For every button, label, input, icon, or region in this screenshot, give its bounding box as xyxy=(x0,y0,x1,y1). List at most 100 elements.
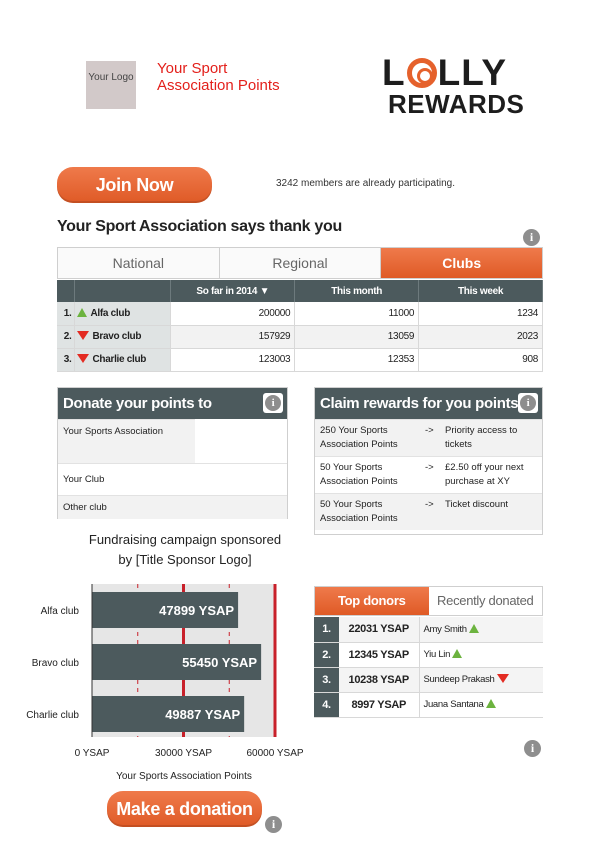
members-label: members are already participating. xyxy=(298,178,455,189)
x-tick-label: 30000 YSAP xyxy=(155,748,212,759)
info-icon[interactable]: i xyxy=(524,740,541,757)
donate-info-button[interactable]: i xyxy=(263,393,283,413)
reward-item[interactable]: 50 Your Sports Association Points -> Tic… xyxy=(315,493,542,530)
reward-description: Priority access to tickets xyxy=(445,425,518,450)
x-axis-label: Your Sports Association Points xyxy=(116,771,252,782)
row-rank: 3. xyxy=(57,348,76,372)
donor-points: 22031 YSAP xyxy=(339,617,420,643)
cell-so-far: 200000 xyxy=(170,302,296,326)
donor-name: Yiu Lin xyxy=(423,649,451,660)
table-header-club xyxy=(74,280,172,302)
reward-description: Ticket discount xyxy=(445,499,509,510)
donor-tabs: Top donors Recently donated xyxy=(314,586,543,616)
donate-option[interactable]: Other club xyxy=(58,495,287,519)
club-name: Charlie club xyxy=(92,354,147,365)
donor-points: 10238 YSAP xyxy=(339,667,420,693)
donor-name: Juana Santana xyxy=(423,699,484,710)
donor-points: 8997 YSAP xyxy=(339,692,420,718)
reward-cost: 250 Your Sports Association Points xyxy=(320,425,398,450)
table-row: 2. Bravo club 157929 13059 2023 xyxy=(57,325,543,349)
tab-regional[interactable]: Regional xyxy=(219,248,382,278)
table-header-rank xyxy=(57,280,76,302)
table-row: 3. Charlie club 123003 12353 908 xyxy=(57,348,543,372)
tab-national[interactable]: National xyxy=(58,248,220,278)
make-donation-button[interactable]: Make a donation xyxy=(107,791,262,827)
fundraising-caption: Fundraising campaign sponsored by [Title… xyxy=(60,530,310,570)
cell-this-month: 13059 xyxy=(294,325,420,349)
donor-rank: 2. xyxy=(314,642,339,668)
club-name: Alfa club xyxy=(90,307,131,319)
association-title: Your Sport Association Points xyxy=(157,60,280,94)
lolly-rewards-logo: L LLY xyxy=(382,54,507,91)
trend-up-icon xyxy=(452,649,463,658)
table-row: 1. Alfa club 200000 11000 1234 xyxy=(57,302,543,326)
donor-name-cell: Yiu Lin xyxy=(419,642,543,668)
club-name: Bravo club xyxy=(92,331,142,342)
clubs-table: So far in 2014 ▼ This month This week 1.… xyxy=(57,280,543,372)
x-tick-label: 60000 YSAP xyxy=(246,748,303,759)
join-now-button[interactable]: Join Now xyxy=(57,167,212,203)
brand-letter-l: L xyxy=(382,52,406,93)
table-row: 4. 8997 YSAP Juana Santana xyxy=(314,692,543,718)
claim-rewards-panel: Claim rewards for you points i 250 Your … xyxy=(314,387,543,535)
your-logo-placeholder: Your Logo xyxy=(86,61,136,109)
donor-name: Sundeep Prakash xyxy=(423,674,495,685)
donors-table: 1. 22031 YSAP Amy Smith 2. 12345 YSAP Yi… xyxy=(314,617,543,718)
fundraising-line2: by [Title Sponsor Logo] xyxy=(118,552,252,567)
arrow-right-icon: -> xyxy=(425,499,434,510)
donor-name-cell: Amy Smith xyxy=(419,617,543,643)
donate-option[interactable]: Your Sports Association xyxy=(58,419,196,463)
category-label: Bravo club xyxy=(32,658,80,669)
claim-panel-title: Claim rewards for you points xyxy=(320,395,519,412)
donate-panel: Donate your points to i Your Sports Asso… xyxy=(57,387,288,519)
reward-cost: 50 Your Sports Association Points xyxy=(320,499,398,524)
fundraising-line1: Fundraising campaign sponsored xyxy=(88,532,282,547)
trend-up-icon xyxy=(77,307,88,317)
arrow-right-icon: -> xyxy=(425,462,434,473)
donate-options: Your Sports Association Your Club Other … xyxy=(58,419,287,519)
donor-rank: 4. xyxy=(314,692,339,718)
tab-recently-donated[interactable]: Recently donated xyxy=(428,587,542,615)
column-this-week[interactable]: This week xyxy=(418,280,543,302)
reward-item[interactable]: 250 Your Sports Association Points -> Pr… xyxy=(315,419,542,456)
info-icon[interactable]: i xyxy=(265,816,282,833)
cell-this-week: 2023 xyxy=(418,325,543,349)
trend-up-icon xyxy=(485,699,496,708)
donate-panel-header: Donate your points to i xyxy=(58,388,287,419)
donor-rank: 3. xyxy=(314,667,339,693)
info-icon[interactable]: i xyxy=(523,229,540,246)
donate-option[interactable]: Your Club xyxy=(58,463,287,495)
brand-lly: LLY xyxy=(437,52,508,93)
row-rank: 1. xyxy=(57,302,76,326)
tab-top-donors[interactable]: Top donors xyxy=(315,587,429,615)
category-label: Charlie club xyxy=(26,710,79,721)
info-icon: i xyxy=(520,395,536,411)
table-row: 1. 22031 YSAP Amy Smith xyxy=(314,617,543,643)
sort-down-icon: ▼ xyxy=(259,285,270,297)
x-tick-label: 0 YSAP xyxy=(75,748,110,759)
reward-item[interactable]: 50 Your Sports Association Points -> £2.… xyxy=(315,456,542,493)
claim-panel-header: Claim rewards for you points i xyxy=(315,388,542,419)
table-row: 3. 10238 YSAP Sundeep Prakash xyxy=(314,667,543,693)
cell-this-month: 11000 xyxy=(294,302,420,326)
row-club: Alfa club xyxy=(74,302,172,326)
cell-so-far: 123003 xyxy=(170,348,296,372)
chart-plot: 47899 YSAP Alfa club 55450 YSAP Bravo club 4… xyxy=(26,584,304,782)
category-label: Alfa club xyxy=(41,606,80,617)
brand-rewards: REWARDS xyxy=(388,89,525,119)
tab-clubs[interactable]: Clubs xyxy=(381,248,543,278)
leaderboard-tabs: National Regional Clubs xyxy=(57,247,543,279)
members-participating-text: 3242 members are already participating. xyxy=(276,178,455,189)
row-rank: 2. xyxy=(57,325,76,349)
bar-value-label: 55450 YSAP xyxy=(182,655,257,670)
donor-name-cell: Juana Santana xyxy=(419,692,543,718)
trend-down-icon xyxy=(77,354,90,363)
donate-panel-title: Donate your points to xyxy=(63,395,212,412)
column-this-month[interactable]: This month xyxy=(294,280,420,302)
trend-down-icon xyxy=(77,331,90,340)
row-club: Charlie club xyxy=(74,348,172,372)
column-so-far[interactable]: So far in 2014 ▼ xyxy=(170,280,296,302)
arrow-right-icon: -> xyxy=(425,425,434,436)
claim-info-button[interactable]: i xyxy=(518,393,538,413)
bar-value-label: 47899 YSAP xyxy=(159,603,234,618)
